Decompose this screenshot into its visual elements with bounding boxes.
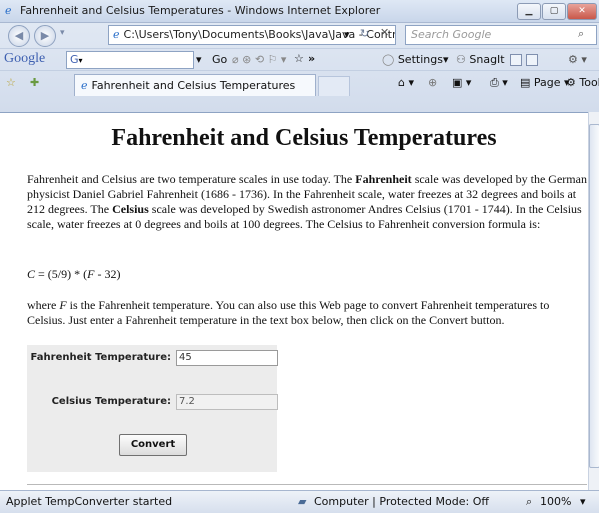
formula-text-1: = (5/9) * ( <box>35 267 88 281</box>
tab-row: ☆ ✚ ℯ Fahrenheit and Celsius Temperatures… <box>0 70 599 97</box>
settings-icon: ◯ <box>382 53 395 66</box>
instructions-text-1: where <box>27 298 60 312</box>
snagit-button[interactable]: ⚇ SnagIt <box>456 53 505 66</box>
google-g-dropdown-icon[interactable]: ▾ <box>79 56 83 65</box>
formula-c: C <box>27 267 36 281</box>
back-button[interactable]: ◀ <box>8 25 30 47</box>
page-menu-button[interactable]: ▤ Page ▾ <box>520 76 570 89</box>
tab-label: Fahrenheit and Celsius Temperatures <box>91 79 296 92</box>
snagit-capture-icons[interactable] <box>510 53 538 66</box>
search-icon[interactable]: ⌕ <box>578 27 584 41</box>
google-input-dropdown-icon[interactable]: ▾ <box>196 53 202 66</box>
instructions-f: F <box>59 298 67 312</box>
formula: C = (5/9) * (F - 32) <box>27 267 587 282</box>
convert-button[interactable]: Convert <box>119 434 187 456</box>
settings-label: Settings <box>397 53 443 66</box>
stop-icon[interactable]: ✕ <box>380 26 389 39</box>
scrollbar-thumb[interactable] <box>589 124 599 468</box>
address-field[interactable]: ℯ C:\Users\Tony\Documents\Books\Java\Java… <box>108 25 396 45</box>
favorites-center-icon[interactable]: ☆ <box>6 76 16 89</box>
tools-menu-label: Tools <box>579 76 599 89</box>
fahrenheit-label: Fahrenheit Temperature: <box>30 352 171 363</box>
page-icon: ℯ <box>113 28 120 41</box>
settings-button[interactable]: ◯ Settings▾ <box>382 53 448 66</box>
tools-menu-button[interactable]: ⚙ Tools ▾ <box>566 76 599 89</box>
snagit-icon: ⚇ <box>456 53 466 66</box>
close-window-button[interactable]: ✕ <box>567 3 597 20</box>
intro-text-1: Fahrenheit and Celsius are two temperatu… <box>27 172 356 186</box>
favorites-star-icon[interactable]: ☆ <box>294 52 304 65</box>
toolbar-icons[interactable]: ⌀ ⊛ ⟲ ⚐ ▾ <box>232 53 286 66</box>
celsius-label: Celsius Temperature: <box>51 396 171 407</box>
toolbar-options-icon[interactable]: ⚙ ▾ <box>568 53 587 66</box>
snagit-label: SnagIt <box>469 53 505 66</box>
tab-fahrenheit-celsius[interactable]: ℯ Fahrenheit and Celsius Temperatures <box>74 74 316 96</box>
title-bar: ℯ Fahrenheit and Celsius Temperatures - … <box>0 0 599 23</box>
window-title: Fahrenheit and Celsius Temperatures - Wi… <box>20 4 381 17</box>
page-title: Fahrenheit and Celsius Temperatures <box>111 125 497 151</box>
status-bar: Applet TempConverter started ▰ Computer … <box>0 490 599 513</box>
status-message: Applet TempConverter started <box>6 495 173 508</box>
celsius-output: 7.2 <box>176 394 278 410</box>
computer-zone-icon: ▰ <box>298 495 307 508</box>
read-mail-button[interactable]: ▣ ▾ <box>452 76 471 89</box>
history-dropdown-icon[interactable]: ▾ <box>60 28 65 38</box>
more-icon[interactable]: » <box>308 52 315 65</box>
zoom-icon: ⌕ <box>526 495 533 508</box>
page-divider <box>27 484 587 485</box>
address-row: ◀ ▶ ▾ ℯ C:\Users\Tony\Documents\Books\Jav… <box>0 22 599 48</box>
tab-page-icon: ℯ <box>81 79 88 92</box>
google-search-input[interactable]: G▾ <box>66 51 194 69</box>
formula-text-2: - 32) <box>94 267 121 281</box>
security-zone: Computer | Protected Mode: Off <box>314 495 489 508</box>
minimize-button[interactable]: ▁ <box>517 3 541 20</box>
maximize-button[interactable]: ▢ <box>542 3 566 20</box>
google-g-label: G <box>70 53 79 66</box>
home-button[interactable]: ⌂ ▾ <box>398 76 414 89</box>
add-favorites-icon[interactable]: ✚ <box>30 76 39 89</box>
fahrenheit-bold: Fahrenheit <box>355 172 412 186</box>
new-tab-button[interactable] <box>318 76 350 96</box>
print-button[interactable]: ⎙ ▾ <box>490 76 508 90</box>
intro-paragraph: Fahrenheit and Celsius are two temperatu… <box>27 172 587 232</box>
search-placeholder: Search Google <box>411 28 492 41</box>
fahrenheit-input[interactable]: 45 <box>176 350 278 366</box>
celsius-bold: Celsius <box>112 202 149 216</box>
go-button[interactable]: Go <box>212 53 227 66</box>
address-dropdown-icon[interactable]: ▾ <box>344 28 350 41</box>
search-field[interactable]: Search Google <box>405 25 597 45</box>
forward-button[interactable]: ▶ <box>34 25 56 47</box>
instructions-paragraph: where F is the Fahrenheit temperature. Y… <box>27 298 587 328</box>
refresh-icon[interactable]: ↻ <box>360 27 369 40</box>
zoom-dropdown-icon[interactable]: ▾ <box>580 491 586 513</box>
feeds-button[interactable]: ⊕ <box>428 76 437 89</box>
ie-logo-icon: ℯ <box>5 4 12 17</box>
google-toolbar: Google G▾ ▾ Go ⌀ ⊛ ⟲ ⚐ ▾ ☆ » ◯ Settings▾… <box>0 48 599 71</box>
page-menu-label: Page <box>533 76 561 89</box>
url-text: C:\Users\Tony\Documents\Books\Java\Java … <box>123 28 396 41</box>
instructions-text-2: is the Fahrenheit temperature. You can a… <box>27 298 550 327</box>
google-logo: Google <box>4 51 46 66</box>
zoom-level[interactable]: 100% <box>540 491 571 513</box>
